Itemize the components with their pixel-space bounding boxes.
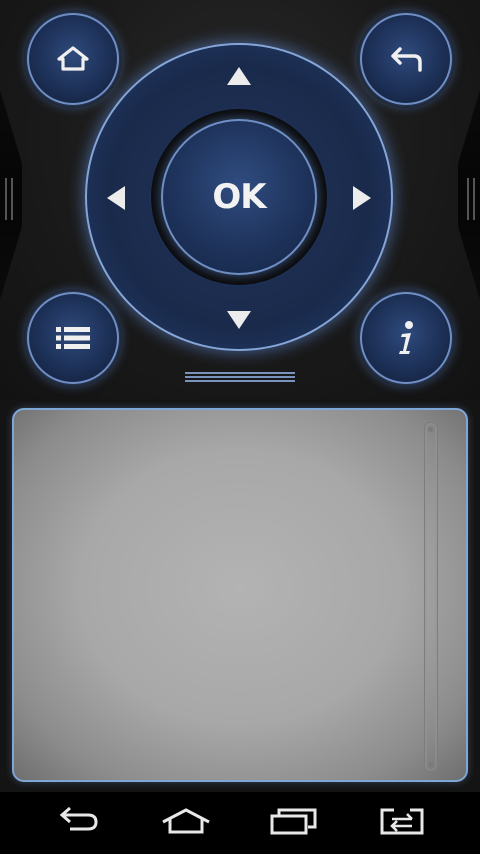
left-drawer-handle[interactable] — [5, 178, 13, 220]
right-drawer-handle[interactable] — [467, 178, 475, 220]
dpad-left-button[interactable] — [107, 186, 125, 210]
menu-button[interactable] — [27, 292, 119, 384]
home-icon — [56, 44, 90, 74]
nav-switch-display-button[interactable] — [362, 792, 442, 854]
dpad-right-button[interactable] — [353, 186, 371, 210]
back-arrow-icon — [386, 44, 426, 74]
touchpad-scroll-strip[interactable] — [424, 422, 438, 772]
nav-recent-apps-button[interactable] — [254, 792, 334, 854]
dpad-down-button[interactable] — [227, 311, 251, 329]
info-icon — [394, 320, 418, 356]
recent-apps-icon — [269, 807, 319, 839]
ok-button[interactable]: OK — [161, 119, 317, 275]
touchpad[interactable] — [12, 408, 468, 782]
info-button[interactable] — [360, 292, 452, 384]
home-button[interactable] — [27, 13, 119, 105]
switch-display-icon — [378, 806, 426, 840]
list-menu-icon — [54, 325, 92, 351]
panel-drag-handle[interactable] — [185, 372, 295, 382]
back-icon — [54, 806, 102, 840]
system-navigation-bar — [0, 792, 480, 854]
dpad-up-button[interactable] — [227, 67, 251, 85]
back-button[interactable] — [360, 13, 452, 105]
ok-label: OK — [212, 177, 266, 217]
nav-back-button[interactable] — [38, 792, 118, 854]
nav-home-button[interactable] — [146, 792, 226, 854]
dpad: OK — [85, 43, 393, 351]
home-icon — [159, 806, 213, 840]
